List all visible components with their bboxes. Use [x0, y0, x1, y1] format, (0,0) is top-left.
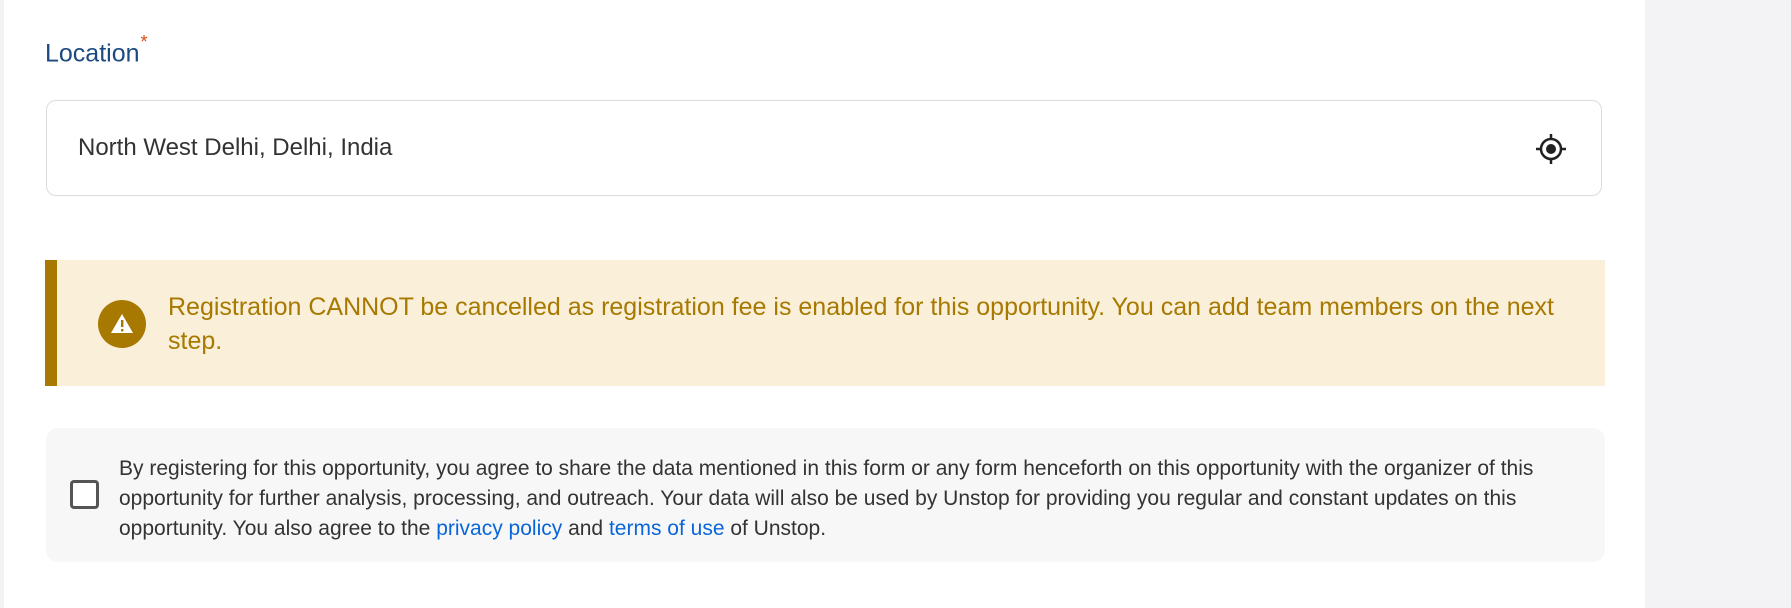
required-marker: * — [140, 32, 148, 52]
alert-message: Registration CANNOT be cancelled as regi… — [168, 293, 1554, 355]
warning-icon — [98, 300, 146, 348]
consent-text-main: By registering for this opportunity, you… — [119, 457, 1534, 540]
registration-warning-alert: Registration CANNOT be cancelled as regi… — [45, 260, 1605, 386]
location-label: Location* — [45, 32, 148, 68]
terms-of-use-link[interactable]: terms of use — [609, 517, 725, 540]
locate-crosshair-icon[interactable] — [1535, 133, 1567, 165]
consent-text-end: of Unstop. — [724, 517, 827, 540]
consent-text: By registering for this opportunity, you… — [119, 454, 1599, 544]
privacy-policy-link[interactable]: privacy policy — [436, 517, 562, 540]
consent-checkbox[interactable] — [70, 480, 99, 509]
consent-box: By registering for this opportunity, you… — [46, 428, 1605, 562]
location-input[interactable]: North West Delhi, Delhi, India — [46, 100, 1602, 196]
location-label-text: Location — [45, 39, 140, 68]
consent-text-and: and — [562, 517, 609, 540]
location-input-value[interactable]: North West Delhi, Delhi, India — [78, 134, 392, 162]
right-side-panel — [1645, 0, 1791, 608]
left-edge — [0, 0, 4, 608]
